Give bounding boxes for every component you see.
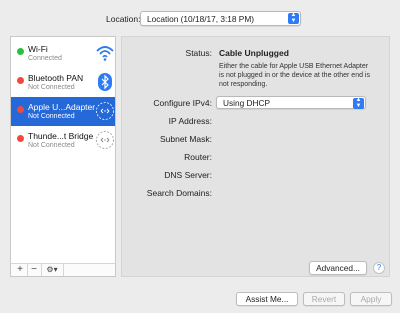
ip-address-label: IP Address: bbox=[168, 116, 212, 126]
revert-button[interactable]: Revert bbox=[303, 292, 345, 306]
popup-stepper-icon: ▲ ▼ bbox=[288, 12, 299, 24]
status-dot bbox=[17, 77, 24, 84]
service-name: Apple U...Adapter bbox=[28, 102, 96, 112]
location-popup[interactable]: Location (10/18/17, 3:18 PM) ▲ ▼ bbox=[140, 11, 301, 26]
sidebar-toolbar: + − ⚙▾ bbox=[10, 263, 116, 277]
apply-button[interactable]: Apply bbox=[350, 292, 392, 306]
service-name: Wi-Fi bbox=[28, 44, 48, 54]
help-icon[interactable]: ? bbox=[373, 262, 385, 274]
search-domains-label: Search Domains: bbox=[146, 188, 212, 198]
advanced-button[interactable]: Advanced... bbox=[309, 261, 367, 275]
service-name: Bluetooth PAN bbox=[28, 73, 84, 83]
service-name: Thunde...t Bridge bbox=[28, 131, 94, 141]
status-dot bbox=[17, 106, 24, 113]
service-status: Not Connected bbox=[28, 113, 75, 120]
status-description: Either the cable for Apple USB Ethernet … bbox=[219, 63, 370, 88]
popup-stepper-icon: ▲ ▼ bbox=[353, 97, 364, 109]
service-item-bluetooth-pan[interactable]: Bluetooth PAN Not Connected bbox=[11, 68, 115, 97]
service-item-thunderbolt-bridge[interactable]: Thunde...t Bridge Not Connected bbox=[11, 126, 115, 155]
remove-service-button[interactable]: − bbox=[27, 264, 42, 276]
service-list: Wi-Fi Connected Bluetooth PAN Not Connec… bbox=[10, 36, 116, 277]
action-menu-button[interactable]: ⚙▾ bbox=[41, 264, 64, 276]
service-item-apple-usb-adapter[interactable]: Apple U...Adapter Not Connected bbox=[11, 97, 115, 126]
service-item-wifi[interactable]: Wi-Fi Connected bbox=[11, 39, 115, 68]
status-dot bbox=[17, 135, 24, 142]
subnet-mask-label: Subnet Mask: bbox=[160, 134, 212, 144]
service-status: Connected bbox=[28, 55, 62, 62]
status-dot bbox=[17, 48, 24, 55]
location-label: Location: bbox=[106, 14, 141, 24]
configure-ipv4-label: Configure IPv4: bbox=[153, 98, 212, 108]
add-service-button[interactable]: + bbox=[13, 264, 28, 276]
location-value: Location (10/18/17, 3:18 PM) bbox=[147, 14, 255, 24]
router-label: Router: bbox=[184, 152, 212, 162]
bluetooth-icon bbox=[98, 73, 112, 91]
status-label: Status: bbox=[185, 48, 212, 58]
dns-server-label: DNS Server: bbox=[164, 170, 212, 180]
assist-me-button[interactable]: Assist Me... bbox=[236, 292, 298, 306]
configure-ipv4-value: Using DHCP bbox=[223, 98, 271, 108]
service-status: Not Connected bbox=[28, 84, 75, 91]
service-status: Not Connected bbox=[28, 142, 75, 149]
configure-ipv4-popup[interactable]: Using DHCP ▲ ▼ bbox=[216, 96, 366, 109]
status-value: Cable Unplugged bbox=[219, 48, 289, 58]
